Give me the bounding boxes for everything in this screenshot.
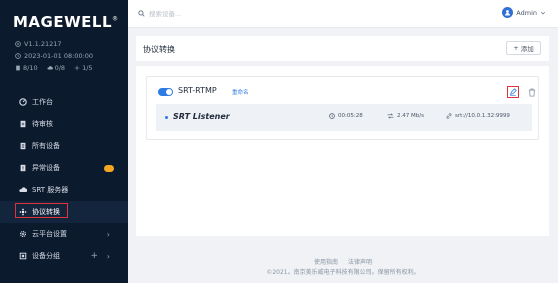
search-input[interactable]: 搜索设备... [149,8,181,18]
link-icon [446,113,452,119]
conversion-title: SRT-RTMP [178,86,217,95]
cloud-count-text: 0/8 [54,64,66,72]
group-count-text: 1/5 [82,64,93,72]
bitrate-text: 2.47 Mb/s [397,113,424,119]
device-count: 8/10 [15,64,38,72]
search-icon [138,9,145,17]
footer-link-guide[interactable]: 使用指南 [314,259,338,266]
cloud-count: 0/8 [47,64,65,72]
group-icon [74,65,80,71]
sidebar-item-label: 所有设备 [32,142,60,150]
sidebar-item-srt-server[interactable]: SRT 服务器 [0,179,128,201]
abnormal-badge [104,164,114,172]
clock-icon [329,113,335,119]
sidebar-item-cloud-settings[interactable]: 云平台设置 › [0,223,128,245]
duration-meta: 00:05:28 [329,113,363,119]
sidebar-item-all-devices[interactable]: 所有设备 [0,135,128,157]
page-title: 协议转换 [143,45,175,54]
edit-icon [509,88,517,96]
url-meta: srt://10.0.1.32:9999 [446,113,510,119]
user-name: Admin [516,8,537,17]
clock-icon [15,53,21,59]
duration-text: 00:05:28 [338,113,363,119]
footer-links: 使用指南 法律声明 [0,257,558,266]
stream-name: SRT Listener [173,112,230,121]
chevron-down-icon [540,11,546,14]
page-header: 协议转换 + 添加 [136,36,549,61]
version-icon [15,41,21,47]
datetime-text: 2023-01-01 08:00:00 [24,52,94,60]
plus-icon: + [513,44,519,52]
main-content: SRT-RTMP 重命名 SRT Listener 00:05:28 2.47 … [136,66,549,236]
sidebar-item-label: 待审核 [32,120,53,128]
logo-text: MAGEWELL [13,13,113,31]
trash-icon [528,88,536,96]
brand-logo: MAGEWELL® [13,12,123,32]
abnormal-devices-icon [19,164,27,172]
search-box[interactable]: 搜索设备... [138,8,181,18]
url-text: srt://10.0.1.32:9999 [455,113,510,119]
avatar [502,7,514,18]
sidebar-item-label: 云平台设置 [32,230,67,238]
dashboard-icon [19,98,27,106]
conversion-card: SRT-RTMP 重命名 SRT Listener 00:05:28 2.47 … [146,76,539,140]
gear-icon [19,230,27,238]
stream-status-dot [165,116,168,119]
edit-button[interactable] [507,86,519,98]
group-count: 1/5 [74,64,93,72]
all-devices-icon [19,142,27,150]
device-icon [16,65,20,71]
sidebar-item-abnormal-devices[interactable]: 异常设备 [0,157,128,179]
datetime-line: 2023-01-01 08:00:00 [15,52,93,60]
cloud-server-icon [19,186,27,194]
sidebar: MAGEWELL® V1.1.21217 2023-01-01 08:00:00… [0,0,128,283]
sidebar-item-label: SRT 服务器 [32,186,69,194]
stats-line: 8/10 0/8 1/5 [15,64,99,72]
version-text: V1.1.21217 [24,40,62,48]
sidebar-item-dashboard[interactable]: 工作台 [0,91,128,113]
top-bar: 搜索设备... Admin [128,0,558,28]
rename-link[interactable]: 重命名 [232,88,249,96]
sidebar-item-label: 异常设备 [32,164,60,172]
active-item-highlight [15,203,68,218]
footer-link-legal[interactable]: 法律声明 [348,259,372,266]
toggle-knob [166,89,172,95]
stream-row: SRT Listener 00:05:28 2.47 Mb/s srt://10… [156,104,532,131]
sidebar-item-pending[interactable]: 待审核 [0,113,128,135]
bitrate-meta: 2.47 Mb/s [387,113,424,119]
add-button[interactable]: + 添加 [506,41,541,55]
chevron-right-icon: › [106,229,110,239]
cloud-icon [47,66,53,70]
user-menu[interactable]: Admin [502,7,546,18]
copyright: ©2021。南京美乐威电子科技有限公司。保留所有权利。 [266,269,420,276]
delete-button[interactable] [527,86,537,98]
pending-icon [19,120,27,128]
bitrate-icon [387,113,394,119]
device-count-text: 8/10 [23,64,38,72]
logo-registered: ® [112,15,119,23]
sidebar-item-label: 工作台 [32,98,53,106]
add-button-label: 添加 [520,45,534,53]
enable-toggle[interactable] [158,88,173,96]
sidebar-nav: 工作台 待审核 所有设备 异常设备 SRT 服务器 协议转换 云平台设置 › 设… [0,91,128,267]
version-line: V1.1.21217 [15,40,62,48]
